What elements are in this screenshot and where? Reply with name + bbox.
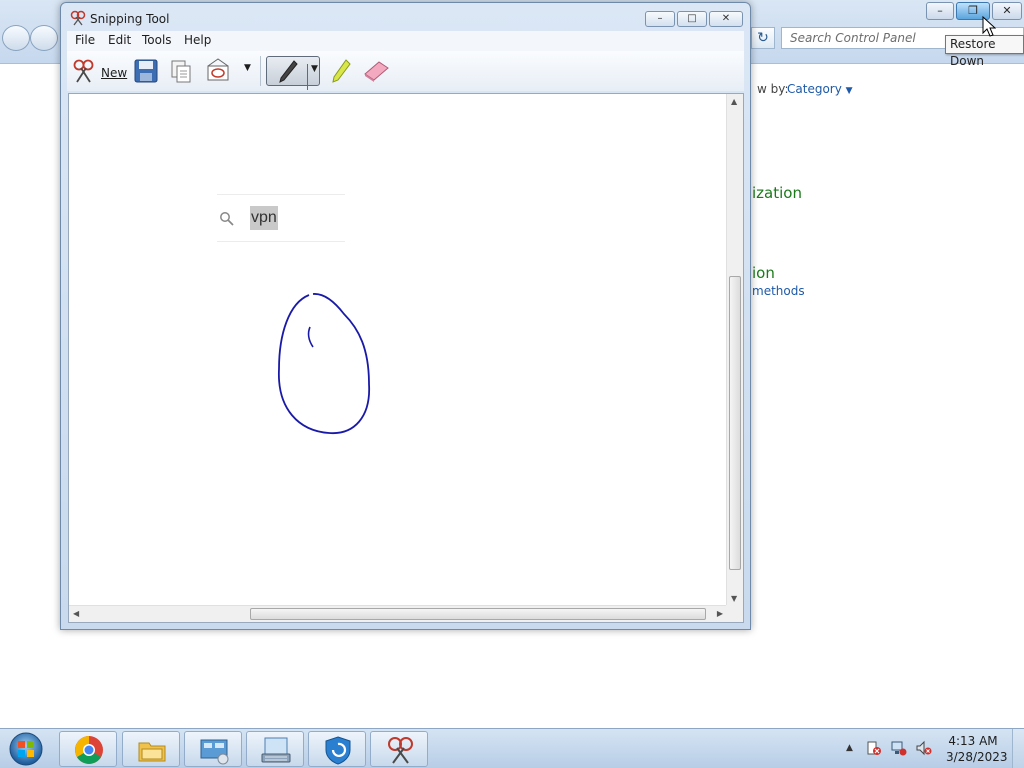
scroll-corner [726, 605, 743, 622]
clock-date[interactable]: 3/28/2023 [946, 750, 1008, 764]
send-snip-icon[interactable] [205, 56, 233, 86]
category-link[interactable]: ization [752, 184, 802, 202]
new-label: New [101, 66, 128, 80]
scroll-left-arrow-icon[interactable]: ◀ [73, 609, 79, 618]
new-snip-button[interactable]: New [69, 56, 127, 86]
menu-tools[interactable]: Tools [142, 33, 172, 47]
back-button[interactable] [2, 25, 30, 51]
eraser-icon[interactable] [361, 56, 391, 86]
search-icon [220, 212, 234, 226]
maximize-button[interactable]: □ [677, 11, 707, 27]
dropdown-arrow-icon: ▼ [845, 86, 853, 96]
refresh-icon[interactable]: ↻ [751, 27, 775, 49]
minimize-button[interactable]: – [926, 2, 954, 20]
menu-edit[interactable]: Edit [108, 33, 131, 47]
pen-button[interactable]: ▼ [266, 56, 320, 90]
horizontal-scrollbar[interactable]: ◀ ▶ [69, 605, 727, 622]
send-snip-dropdown-arrow-icon[interactable]: ▼ [244, 63, 251, 93]
captured-search-box: vpn [217, 194, 345, 242]
minimize-button[interactable]: – [645, 11, 675, 27]
close-button[interactable]: ✕ [709, 11, 743, 27]
snipping-tool-window: Snipping Tool – □ ✕ File Edit Tools Help… [60, 2, 751, 630]
forward-button[interactable] [30, 25, 58, 51]
clock-time[interactable]: 4:13 AM [946, 734, 1000, 748]
close-button[interactable]: ✕ [992, 2, 1022, 20]
taskbar-app-snipping-tool[interactable] [370, 731, 428, 767]
captured-search-text: vpn [250, 206, 278, 230]
view-by-value: Category [787, 82, 842, 96]
category-sublink[interactable]: methods [752, 284, 805, 298]
pen-dropdown-arrow-icon[interactable]: ▼ [307, 64, 318, 90]
taskbar-app-chrome[interactable] [59, 731, 117, 767]
pen-ink-drawing [278, 293, 370, 434]
snipping-tool-icon [388, 737, 413, 764]
network-icon[interactable] [891, 740, 907, 756]
window-title: Snipping Tool [90, 12, 170, 26]
vertical-scrollbar[interactable]: ▲ ▼ [726, 94, 743, 606]
pen-icon [279, 60, 298, 83]
show-desktop-button[interactable] [1012, 729, 1024, 768]
defender-icon [325, 736, 351, 765]
highlighter-icon[interactable] [329, 56, 353, 86]
vertical-scroll-thumb[interactable] [729, 276, 741, 570]
snipping-tool-icon [70, 10, 86, 26]
horizontal-scroll-thumb[interactable] [250, 608, 706, 620]
taskbar-app-file-explorer[interactable] [122, 731, 180, 767]
toolbar-separator [260, 56, 261, 86]
menu-file[interactable]: File [75, 33, 95, 47]
taskbar-app-control-panel[interactable] [184, 731, 242, 767]
scroll-right-arrow-icon[interactable]: ▶ [717, 609, 723, 618]
control-panel-icon [200, 739, 229, 765]
volume-muted-icon[interactable] [916, 740, 932, 756]
view-by-dropdown[interactable]: Category ▼ [787, 82, 853, 96]
taskbar-app-defender[interactable] [308, 731, 366, 767]
chrome-icon [75, 736, 103, 764]
new-snip-icon [73, 59, 94, 83]
keyboard-settings-icon [261, 737, 291, 763]
scroll-down-arrow-icon[interactable]: ▼ [731, 594, 737, 603]
taskbar-app-keyboard-settings[interactable] [246, 731, 304, 767]
show-hidden-icons-icon[interactable]: ▲ [846, 743, 853, 753]
menu-help[interactable]: Help [184, 33, 211, 47]
scroll-up-arrow-icon[interactable]: ▲ [731, 97, 737, 106]
snip-canvas[interactable]: vpn ▲ ▼ ◀ ▶ [68, 93, 744, 623]
file-explorer-icon [138, 742, 166, 762]
mouse-cursor-icon [982, 16, 996, 37]
copy-icon[interactable] [169, 56, 193, 86]
menu-bar: File Edit Tools Help [67, 31, 744, 51]
toolbar: New ▼ ▼ [67, 51, 744, 91]
view-by-label: w by: [757, 82, 789, 96]
category-link[interactable]: ion [752, 264, 775, 282]
taskbar: ▲ 4:13 AM 3/28/2023 [0, 728, 1024, 768]
save-icon[interactable] [133, 56, 159, 86]
action-center-icon[interactable] [866, 740, 882, 756]
start-button-icon[interactable] [5, 731, 47, 767]
